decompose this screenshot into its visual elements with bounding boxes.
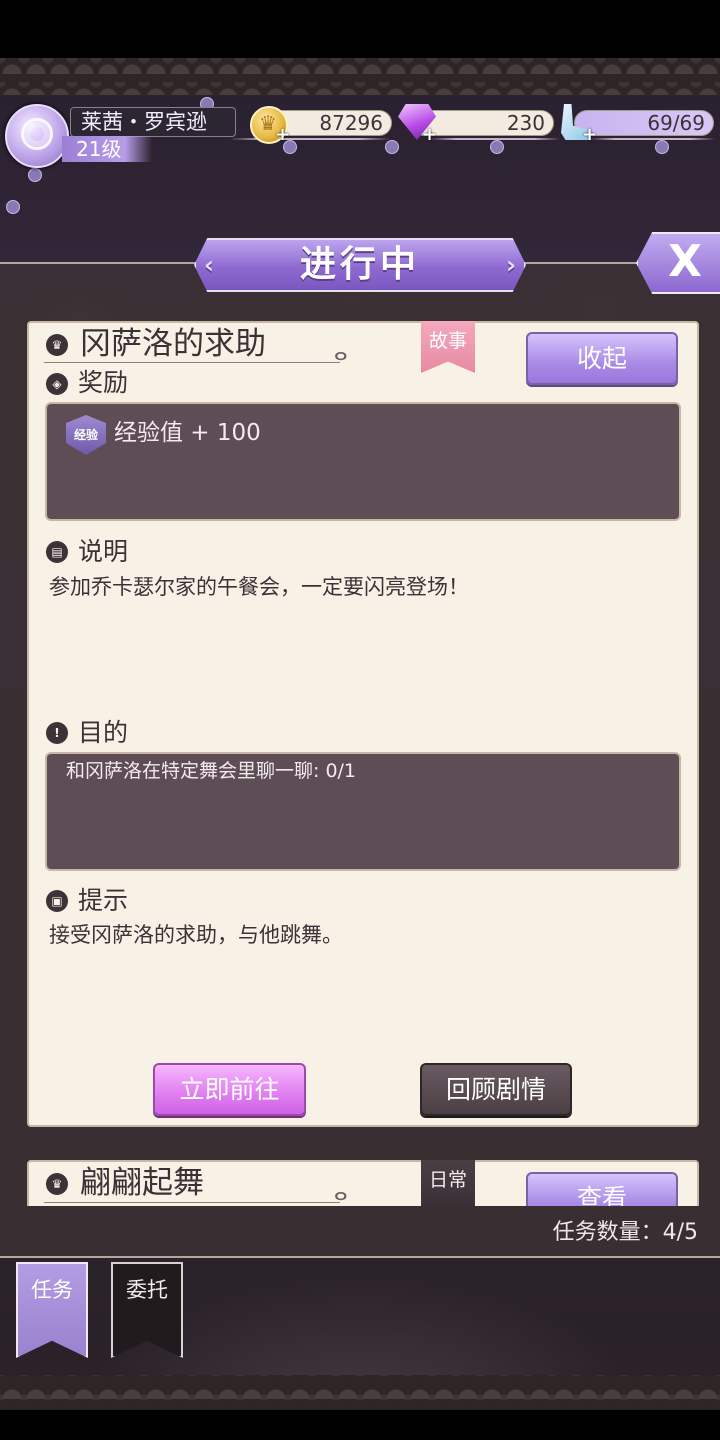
title-underline	[44, 1202, 340, 1203]
book-icon: ▤	[46, 541, 68, 563]
story-tag-label: 故事	[428, 330, 467, 352]
quest-2-title: 翩翩起舞	[80, 1165, 204, 1201]
crown-icon: ♛	[46, 334, 68, 356]
rose-icon	[385, 140, 399, 154]
hint-label: 提示	[78, 886, 129, 915]
chevron-right-icon: ›	[506, 251, 516, 279]
diamond-value: 230	[506, 111, 545, 135]
rose-icon	[655, 140, 669, 154]
exp-badge-label: 经验	[73, 428, 98, 442]
gold-value: 87296	[319, 111, 383, 135]
go-now-button-label: 立即前往	[179, 1075, 280, 1104]
swirl-icon: ⴰ	[334, 1181, 348, 1205]
close-button[interactable]: X	[636, 232, 720, 294]
stamina-value: 69/69	[647, 111, 705, 135]
daily-tag: 日常	[421, 1160, 475, 1206]
title-underline	[44, 362, 340, 363]
description-text: 参加乔卡瑟尔家的午餐会，一定要闪亮登场！	[49, 575, 469, 599]
rose-icon	[21, 118, 53, 150]
swirl-icon: ⴰ	[334, 341, 348, 365]
goal-label: 目的	[78, 718, 129, 747]
reward-icon: ◈	[46, 373, 68, 395]
panel-title: 进行中	[299, 244, 420, 285]
quest-title: 冈萨洛的求助	[80, 326, 266, 362]
close-icon: X	[668, 236, 702, 287]
add-gold-icon[interactable]: +	[275, 124, 290, 145]
reward-text: 经验值 + 100	[114, 420, 261, 446]
crown-icon: ♛	[46, 1173, 68, 1195]
view-button[interactable]: 查看	[526, 1172, 678, 1206]
collapse-button[interactable]: 收起	[526, 332, 678, 385]
go-now-button[interactable]: 立即前往	[153, 1063, 306, 1116]
add-diamond-icon[interactable]: +	[422, 124, 437, 145]
player-avatar[interactable]	[5, 104, 69, 168]
rose-icon	[490, 140, 504, 154]
player-name: 莱茜・罗宾逊	[70, 107, 236, 137]
exclamation-icon: !	[46, 722, 68, 744]
vine-decoration	[230, 138, 390, 140]
daily-tag-label: 日常	[428, 1169, 467, 1191]
hint-text: 接受冈萨洛的求助，与他跳舞。	[49, 923, 343, 947]
player-level: 21级	[62, 136, 152, 162]
goal-text: 和冈萨洛在特定舞会里聊一聊: 0/1	[66, 760, 357, 782]
tab-tasks-label: 任务	[31, 1278, 73, 1302]
top-lace-decoration	[0, 58, 720, 98]
rose-icon	[28, 168, 42, 182]
bottom-lace-decoration	[0, 1375, 720, 1410]
vine-decoration	[590, 138, 715, 140]
reward-label: 奖励	[78, 368, 129, 397]
add-stamina-icon[interactable]: +	[582, 124, 597, 145]
panel-title-banner: ‹ 进行中 ›	[194, 238, 526, 292]
collapse-button-label: 收起	[576, 344, 627, 373]
review-story-button[interactable]: 回顾剧情	[420, 1063, 572, 1116]
description-label: 说明	[78, 537, 129, 566]
review-story-button-label: 回顾剧情	[445, 1075, 546, 1104]
tab-commissions-label: 委托	[126, 1278, 168, 1302]
chevron-left-icon: ‹	[204, 251, 214, 279]
task-count: 任务数量：4/5	[552, 1220, 698, 1245]
view-button-label: 查看	[576, 1184, 627, 1206]
quest-list-viewport: ♛ 翩翩起舞 ⴰ 日常 查看	[0, 1160, 720, 1206]
rose-icon	[6, 200, 20, 214]
note-icon: ▣	[46, 890, 68, 912]
